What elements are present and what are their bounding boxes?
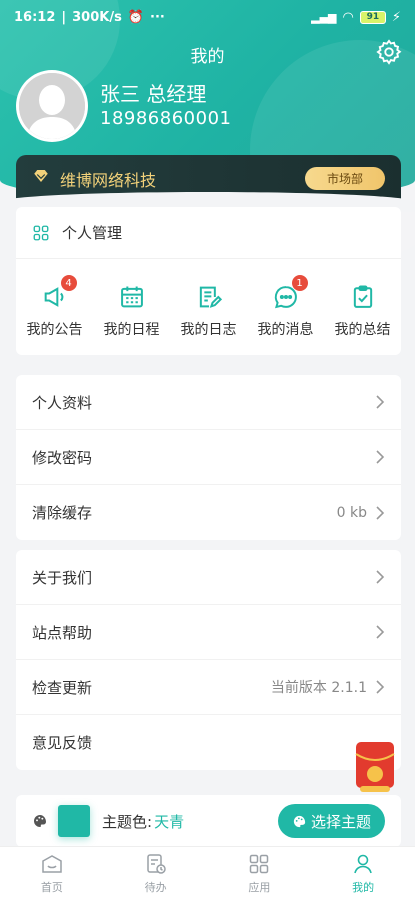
shortcut-label: 我的日志: [180, 322, 237, 338]
tab-todo[interactable]: 待办: [104, 847, 208, 900]
row-check-update[interactable]: 检查更新 当前版本 2.1.1: [16, 660, 401, 715]
company-name: 维博网络科技: [60, 171, 157, 190]
tab-apps[interactable]: 应用: [208, 847, 312, 900]
cache-size: 0 kb: [336, 504, 367, 521]
notification-badge: 1: [291, 275, 308, 291]
tab-label: 待办: [144, 881, 167, 894]
shortcut-label: 我的消息: [257, 322, 314, 338]
tab-label: 首页: [40, 881, 63, 894]
row-change-password[interactable]: 修改密码: [16, 430, 401, 485]
chevron-right-icon: [376, 625, 385, 639]
chevron-right-icon: [376, 450, 385, 464]
shortcut-label: 我的公告: [26, 322, 83, 338]
user-name: 张三 总经理: [100, 82, 207, 106]
alarm-icon: ⏰: [127, 9, 145, 25]
shortcut-label: 我的日程: [103, 322, 160, 338]
chevron-right-icon: [376, 570, 385, 584]
theme-bar: 主题色: 天青 选择主题: [16, 795, 401, 847]
row-label: 个人资料: [32, 393, 93, 412]
gear-icon[interactable]: [375, 38, 403, 66]
status-time: 16:12: [14, 9, 56, 25]
wifi-icon: ◠: [342, 9, 354, 25]
user-phone: 18986860001: [100, 108, 232, 129]
bottom-tab-bar: 首页 待办 应用 我的: [0, 846, 415, 900]
shortcut-schedule[interactable]: 我的日程: [93, 283, 170, 339]
diamond-icon: [34, 170, 48, 182]
shortcut-log[interactable]: 我的日志: [170, 283, 247, 339]
theme-label: 主题色:: [102, 812, 153, 831]
tab-label: 我的: [352, 881, 375, 894]
clipboard-icon: [353, 285, 372, 308]
theme-value: 天青: [154, 812, 185, 831]
status-bar: 16:12 | 300K/s ⏰ ··· ▂▄▆ ◠ 91 ⚡: [14, 9, 401, 25]
battery-icon: 91: [359, 10, 386, 24]
row-label: 关于我们: [32, 568, 93, 587]
row-label: 修改密码: [32, 448, 93, 467]
select-theme-label: 选择主题: [310, 812, 371, 831]
row-label: 清除缓存: [32, 504, 93, 522]
personal-management-card: 个人管理 4 我的公告 我的日程 我的日志 1 我的消息 我的总结: [16, 207, 401, 355]
page-title: 我的: [190, 47, 225, 67]
home-icon: [42, 855, 62, 873]
palette-icon: [293, 815, 306, 827]
shortcut-messages[interactable]: 1 我的消息: [247, 275, 324, 339]
apps-icon: [250, 854, 269, 874]
palette-icon: [33, 815, 46, 827]
tab-mine[interactable]: 我的: [311, 847, 415, 900]
personal-management-title: 个人管理: [62, 224, 123, 242]
avatar[interactable]: [16, 70, 88, 142]
version-text: 当前版本 2.1.1: [270, 680, 367, 696]
user-icon: [354, 854, 372, 874]
about-list: 关于我们 站点帮助 检查更新 当前版本 2.1.1 意见反馈: [16, 550, 401, 770]
status-dots: ···: [150, 9, 165, 25]
shortcut-label: 我的总结: [334, 322, 391, 338]
status-speed: 300K/s: [72, 9, 122, 25]
row-label: 意见反馈: [32, 734, 93, 752]
todo-icon: [146, 854, 166, 874]
row-site-help[interactable]: 站点帮助: [16, 605, 401, 660]
chevron-right-icon: [376, 680, 385, 694]
row-about-us[interactable]: 关于我们: [16, 550, 401, 605]
red-packet-icon[interactable]: [352, 740, 398, 794]
shortcut-summary[interactable]: 我的总结: [324, 283, 401, 339]
calendar-icon: [120, 286, 143, 308]
row-label: 站点帮助: [32, 623, 93, 642]
log-icon: [199, 286, 222, 308]
notification-badge: 4: [60, 275, 77, 291]
chevron-right-icon: [376, 395, 385, 409]
settings-list: 个人资料 修改密码 清除缓存 0 kb: [16, 375, 401, 540]
row-clear-cache[interactable]: 清除缓存 0 kb: [16, 485, 401, 540]
grid-icon: [33, 225, 49, 240]
row-feedback[interactable]: 意见反馈: [16, 715, 401, 770]
default-avatar-icon: [19, 73, 85, 139]
row-profile[interactable]: 个人资料: [16, 375, 401, 430]
tab-label: 应用: [248, 881, 271, 894]
signal-icon: ▂▄▆: [311, 10, 337, 24]
tab-home[interactable]: 首页: [0, 847, 104, 900]
charging-icon: ⚡: [391, 9, 401, 25]
select-theme-button[interactable]: 选择主题: [277, 804, 385, 838]
chevron-right-icon: [376, 505, 385, 520]
row-label: 检查更新: [32, 678, 93, 697]
theme-color-swatch: [58, 805, 90, 837]
shortcut-announcements[interactable]: 4 我的公告: [16, 275, 93, 339]
department-badge: 市场部: [304, 167, 385, 190]
